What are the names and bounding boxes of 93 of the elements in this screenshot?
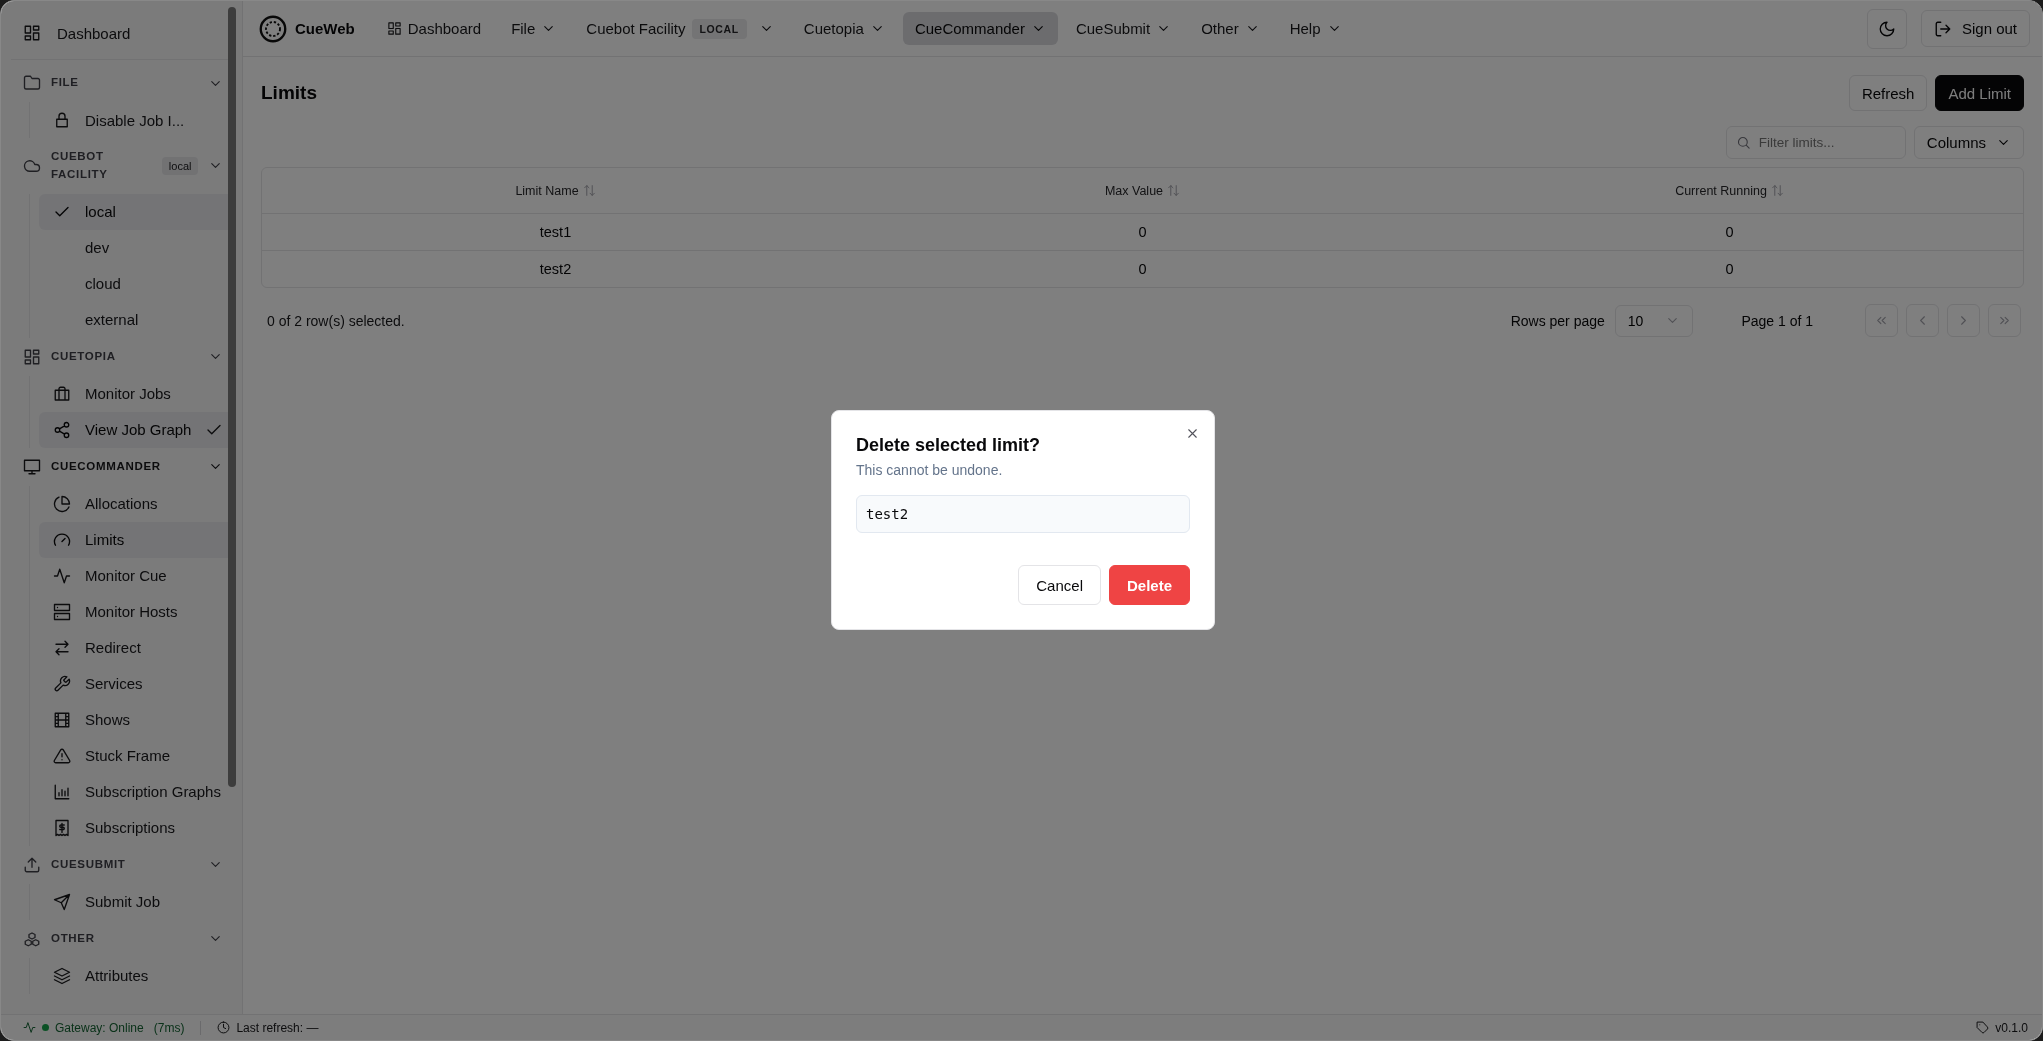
nav-menu[interactable]: Dashboard: [374, 12, 494, 45]
sort-icon: [1770, 184, 1784, 197]
columns-button[interactable]: Columns: [1913, 126, 2024, 159]
send-icon: [53, 892, 71, 911]
facility-badge: LOCAL: [691, 18, 747, 39]
sort-icon: [1167, 184, 1181, 197]
sidebar-section-header[interactable]: CUESUBMIT: [11, 845, 236, 884]
table-row[interactable]: test2 0 0: [262, 250, 2023, 287]
delete-button[interactable]: Delete: [1108, 565, 1190, 605]
lock-icon: [53, 111, 71, 129]
grid-icon: [23, 347, 41, 366]
limit-name-field[interactable]: test2: [856, 495, 1190, 533]
facility-badge: local: [161, 156, 199, 175]
nav-menu[interactable]: CueSubmit: [1063, 12, 1184, 45]
nav-menu[interactable]: CueCommander: [902, 12, 1058, 45]
arrows-icon: [53, 638, 71, 657]
filter-field[interactable]: Filter limits...: [1725, 126, 1906, 159]
section-title: OTHER: [51, 930, 96, 946]
page-title: Limits: [261, 82, 317, 104]
nav-menu[interactable]: Cuetopia: [791, 12, 897, 45]
activity-icon: [53, 566, 71, 585]
logo-icon: [259, 14, 287, 43]
section-title: CUECOMMANDER: [51, 458, 162, 474]
gauge-icon: [53, 530, 71, 549]
close-button[interactable]: [1185, 426, 1200, 441]
latency: (7ms): [153, 1020, 185, 1035]
moon-icon: [1877, 19, 1896, 38]
sidebar-item[interactable]: Submit Job: [39, 883, 236, 920]
folder-icon: [23, 74, 41, 92]
sign-out-button[interactable]: Sign out: [1920, 10, 2030, 47]
sort-icon: [582, 184, 596, 197]
table-cell: 0: [1138, 224, 1147, 240]
logout-icon: [1933, 19, 1952, 38]
nav-menu[interactable]: Other: [1189, 12, 1272, 45]
table-cell: 0: [1138, 261, 1147, 277]
sidebar-item[interactable]: Subscription Graphs: [39, 773, 236, 810]
pie-icon: [53, 494, 71, 513]
table-cell: test1: [539, 224, 572, 240]
version: v0.1.0: [1995, 1020, 2028, 1035]
close-icon: [1185, 426, 1200, 441]
boxes-icon: [23, 929, 41, 948]
grid-icon: [23, 24, 41, 42]
dialog-description: This cannot be undone.: [856, 462, 1004, 478]
nav-menu[interactable]: Help: [1277, 12, 1354, 45]
page-indicator: Page 1 of 1: [1741, 312, 1813, 329]
last-refresh: Last refresh: —: [236, 1020, 319, 1035]
rows-per-page-select[interactable]: 10: [1614, 304, 1694, 337]
section-title: CUESUBMIT: [51, 856, 127, 872]
section-title: CUETOPIA: [51, 348, 117, 364]
column-header[interactable]: Max Value: [1104, 183, 1181, 198]
sidebar-item[interactable]: Attributes: [39, 957, 236, 994]
server-icon: [53, 602, 71, 621]
upload-icon: [23, 855, 41, 874]
table-row[interactable]: test1 0 0: [262, 213, 2023, 250]
next-page-button[interactable]: [1947, 304, 1980, 337]
table-cell: test2: [539, 261, 572, 277]
first-page-button[interactable]: [1865, 304, 1898, 337]
table-cell: 0: [1725, 224, 1734, 240]
share-icon: [53, 420, 71, 439]
monitor-icon: [23, 457, 41, 476]
search-icon: [1735, 135, 1751, 150]
nav-menu[interactable]: Cuebot Facility LOCAL: [574, 10, 786, 47]
layers-icon: [53, 966, 71, 985]
previous-page-button[interactable]: [1906, 304, 1939, 337]
cancel-button[interactable]: Cancel: [1018, 565, 1101, 605]
gateway-status: Gateway: Online: [55, 1020, 144, 1035]
column-header[interactable]: Limit Name: [515, 183, 596, 198]
tag-icon: [1976, 1021, 1990, 1034]
table-cell: 0: [1725, 261, 1734, 277]
sidebar-section-header[interactable]: OTHER: [11, 919, 236, 958]
last-page-button[interactable]: [1988, 304, 2021, 337]
grid-icon: [386, 21, 402, 36]
briefcase-icon: [53, 384, 71, 403]
receipt-icon: [53, 818, 71, 837]
column-header[interactable]: Current Running: [1675, 183, 1784, 198]
bar-chart-icon: [53, 782, 71, 801]
section-title: FILE: [51, 75, 80, 91]
selection-count: 0 of 2 row(s) selected.: [267, 312, 405, 329]
add-button[interactable]: Add Limit: [1935, 75, 2024, 111]
warning-icon: [53, 746, 71, 765]
dialog-title: Delete selected limit?: [856, 435, 1042, 456]
nav-menu[interactable]: File: [499, 12, 569, 45]
theme-toggle-button[interactable]: [1866, 8, 1907, 49]
refresh-button[interactable]: Refresh: [1848, 75, 1928, 111]
wrench-icon: [53, 674, 71, 693]
clock-icon: [217, 1021, 231, 1034]
sidebar-item[interactable]: Subscriptions: [39, 809, 236, 846]
app-name: CueWeb: [295, 20, 355, 37]
activity-icon: [23, 1021, 36, 1034]
film-icon: [53, 710, 71, 729]
rows-per-page-label: Rows per page: [1510, 312, 1605, 329]
section-title: CUEBOT FACILITY: [51, 149, 109, 182]
scrollbar[interactable]: [228, 7, 236, 787]
